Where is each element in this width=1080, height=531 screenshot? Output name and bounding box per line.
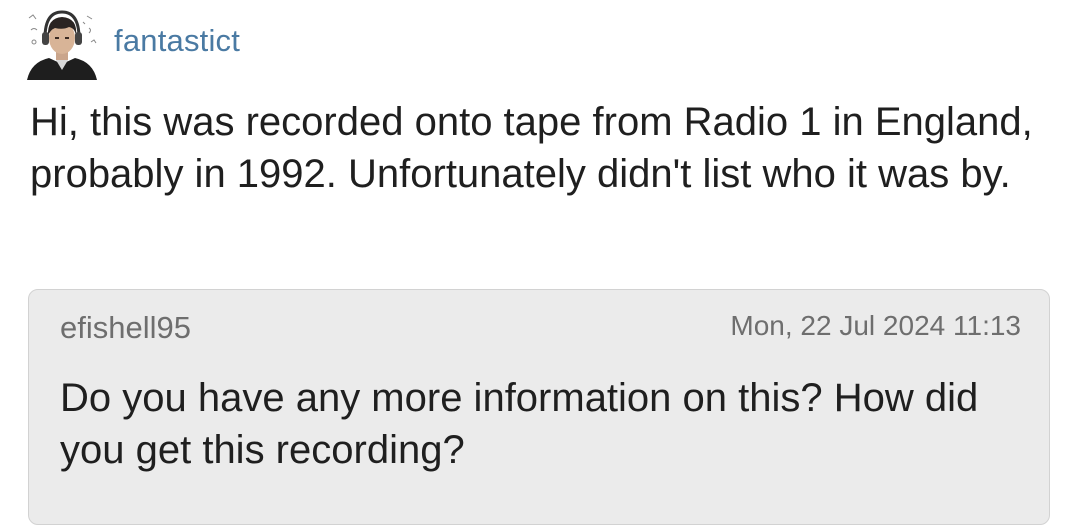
reply-card: efishell95 Mon, 22 Jul 2024 11:13 Do you…: [28, 289, 1050, 525]
post-body-text: Hi, this was recorded onto tape from Rad…: [30, 100, 1033, 196]
user-avatar[interactable]: [25, 8, 99, 80]
reply-body-text: Do you have any more information on this…: [60, 376, 979, 472]
comment-post: fantastict Hi, this was recorded onto ta…: [0, 0, 1080, 531]
reply-timestamp: Mon, 22 Jul 2024 11:13: [730, 310, 1021, 341]
post-author-username[interactable]: fantastict: [114, 23, 240, 59]
user-avatar-headphones-icon: [27, 10, 97, 80]
reply-author-username[interactable]: efishell95: [60, 310, 191, 346]
